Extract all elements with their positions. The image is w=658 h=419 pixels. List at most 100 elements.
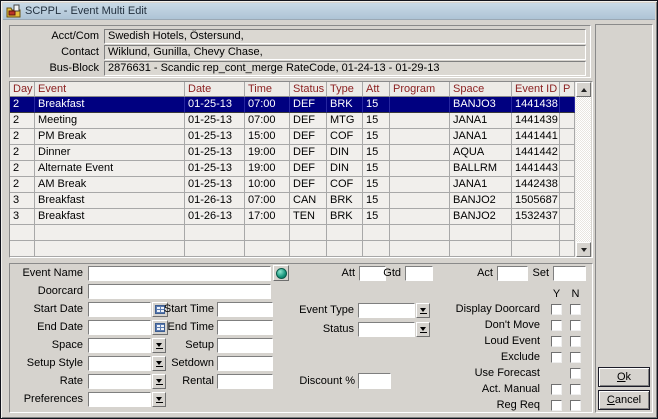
column-header-type[interactable]: Type xyxy=(327,82,363,97)
table-cell-day[interactable]: 3 xyxy=(10,209,35,225)
no-checkbox[interactable] xyxy=(570,368,581,379)
yes-checkbox[interactable] xyxy=(551,320,562,331)
table-cell-time[interactable]: 07:00 xyxy=(245,193,290,209)
status-select[interactable] xyxy=(358,322,415,337)
scroll-down-button[interactable] xyxy=(576,242,591,257)
table-row[interactable]: 2Meeting01-25-1307:00DEFMTG15JANA1144143… xyxy=(10,113,576,129)
ok-button[interactable]: Ok xyxy=(598,367,650,387)
table-cell-date[interactable]: 01-25-13 xyxy=(185,113,245,129)
preferences-dropdown-button[interactable] xyxy=(152,392,166,407)
rental-input[interactable] xyxy=(217,374,273,389)
column-header-event_id[interactable]: Event ID xyxy=(512,82,560,97)
table-cell-att[interactable]: 15 xyxy=(363,97,390,113)
table-cell-status[interactable]: DEF xyxy=(290,161,327,177)
table-cell-att[interactable]: 15 xyxy=(363,193,390,209)
yes-checkbox[interactable] xyxy=(551,336,562,347)
column-header-space[interactable]: Space xyxy=(450,82,512,97)
table-cell-space[interactable]: BANJO3 xyxy=(450,97,512,113)
table-cell-event[interactable]: AM Break xyxy=(35,177,185,193)
table-cell-program[interactable] xyxy=(390,113,450,129)
table-cell-att[interactable]: 15 xyxy=(363,161,390,177)
table-cell-event[interactable] xyxy=(35,241,185,257)
table-cell-event_id[interactable]: 1441443 xyxy=(512,161,560,177)
table-cell-date[interactable]: 01-26-13 xyxy=(185,209,245,225)
yes-checkbox[interactable] xyxy=(551,384,562,395)
table-cell-p[interactable] xyxy=(560,97,575,113)
column-header-time[interactable]: Time xyxy=(245,82,290,97)
acct-com-field[interactable]: Swedish Hotels, Östersund, xyxy=(104,29,586,44)
no-checkbox[interactable] xyxy=(570,320,581,331)
table-cell-type[interactable]: MTG xyxy=(327,113,363,129)
table-cell-space[interactable]: AQUA xyxy=(450,145,512,161)
table-cell-time[interactable] xyxy=(245,225,290,241)
start-time-input[interactable] xyxy=(217,302,273,317)
no-checkbox[interactable] xyxy=(570,384,581,395)
cancel-button[interactable]: Cancel xyxy=(598,390,650,410)
table-cell-event[interactable]: Breakfast xyxy=(35,97,185,113)
table-row[interactable] xyxy=(10,241,576,257)
table-cell-program[interactable] xyxy=(390,129,450,145)
table-cell-space[interactable]: JANA1 xyxy=(450,113,512,129)
table-cell-event_id[interactable]: 1441439 xyxy=(512,113,560,129)
table-row[interactable]: 2AM Break01-25-1310:00DEFCOF15JANA114424… xyxy=(10,177,576,193)
table-cell-time[interactable]: 07:00 xyxy=(245,97,290,113)
table-cell-status[interactable]: DEF xyxy=(290,145,327,161)
table-cell-event_id[interactable]: 1441442 xyxy=(512,145,560,161)
scroll-up-button[interactable] xyxy=(576,82,591,97)
table-cell-date[interactable]: 01-26-13 xyxy=(185,193,245,209)
table-cell-event_id[interactable] xyxy=(512,225,560,241)
table-cell-program[interactable] xyxy=(390,177,450,193)
table-cell-date[interactable]: 01-25-13 xyxy=(185,177,245,193)
no-checkbox[interactable] xyxy=(570,336,581,347)
setup-style-select[interactable] xyxy=(88,356,151,371)
table-cell-time[interactable]: 19:00 xyxy=(245,145,290,161)
column-header-p[interactable]: P xyxy=(560,82,575,97)
start-date-input[interactable] xyxy=(88,302,151,317)
table-cell-program[interactable] xyxy=(390,193,450,209)
table-cell-p[interactable] xyxy=(560,177,575,193)
window-titlebar[interactable]: SCPPL - Event Multi Edit xyxy=(3,3,655,20)
table-cell-program[interactable] xyxy=(390,161,450,177)
table-cell-time[interactable] xyxy=(245,241,290,257)
table-cell-event_id[interactable]: 1442438 xyxy=(512,177,560,193)
table-cell-event_id[interactable]: 1441438 xyxy=(512,97,560,113)
table-cell-att[interactable]: 15 xyxy=(363,177,390,193)
table-cell-space[interactable]: BANJO2 xyxy=(450,209,512,225)
table-cell-date[interactable] xyxy=(185,241,245,257)
table-cell-event_id[interactable] xyxy=(512,241,560,257)
end-date-input[interactable] xyxy=(88,320,151,335)
table-cell-event[interactable]: PM Break xyxy=(35,129,185,145)
table-cell-p[interactable] xyxy=(560,241,575,257)
table-cell-space[interactable]: BALLRM xyxy=(450,161,512,177)
table-cell-status[interactable]: DEF xyxy=(290,97,327,113)
table-cell-event_id[interactable]: 1532437 xyxy=(512,209,560,225)
table-cell-status[interactable] xyxy=(290,225,327,241)
gtd-input[interactable] xyxy=(405,266,433,281)
setup-input[interactable] xyxy=(217,338,273,353)
no-checkbox[interactable] xyxy=(570,352,581,363)
table-cell-day[interactable]: 2 xyxy=(10,145,35,161)
table-cell-att[interactable] xyxy=(363,225,390,241)
events-grid-scrollbar[interactable] xyxy=(576,82,591,257)
table-cell-event[interactable]: Breakfast xyxy=(35,193,185,209)
column-header-program[interactable]: Program xyxy=(390,82,450,97)
table-cell-date[interactable]: 01-25-13 xyxy=(185,97,245,113)
table-cell-status[interactable]: CAN xyxy=(290,193,327,209)
event-type-select[interactable] xyxy=(358,303,415,318)
table-cell-att[interactable]: 15 xyxy=(363,129,390,145)
table-cell-day[interactable]: 2 xyxy=(10,113,35,129)
table-cell-type[interactable]: COF xyxy=(327,129,363,145)
table-cell-p[interactable] xyxy=(560,145,575,161)
column-header-status[interactable]: Status xyxy=(290,82,327,97)
column-header-day[interactable]: Day xyxy=(10,82,35,97)
table-cell-p[interactable] xyxy=(560,193,575,209)
table-cell-att[interactable]: 15 xyxy=(363,209,390,225)
table-cell-time[interactable]: 15:00 xyxy=(245,129,290,145)
setdown-input[interactable] xyxy=(217,356,273,371)
space-select[interactable] xyxy=(88,338,151,353)
table-cell-type[interactable]: COF xyxy=(327,177,363,193)
table-cell-p[interactable] xyxy=(560,161,575,177)
preferences-select[interactable] xyxy=(88,392,151,407)
column-header-date[interactable]: Date xyxy=(185,82,245,97)
doorcard-input[interactable] xyxy=(88,284,271,299)
